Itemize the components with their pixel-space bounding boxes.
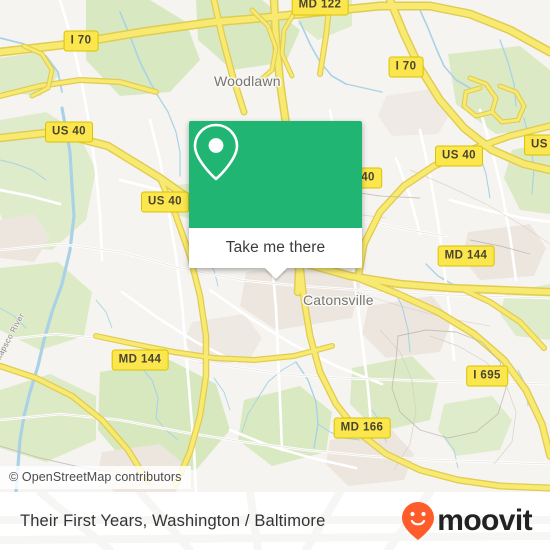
moovit-smiley-pin-icon	[402, 502, 435, 540]
take-me-there-label: Take me there	[225, 239, 326, 256]
location-popup-card[interactable]: Take me there	[189, 121, 362, 279]
highway-shield-i70-east[interactable]: I 70	[388, 56, 424, 78]
highway-shield-us40-mid[interactable]: US 40	[141, 191, 189, 213]
openstreetmap-attribution[interactable]: © OpenStreetMap contributors	[0, 466, 191, 489]
highway-shield-i695[interactable]: I 695	[466, 365, 508, 387]
highway-shield-md144-east[interactable]: MD 144	[437, 245, 495, 267]
highway-shield-md122[interactable]: MD 122	[291, 0, 349, 16]
moovit-wordmark: moovit	[437, 504, 532, 537]
highway-shield-us40-west[interactable]: US 40	[45, 121, 93, 143]
highway-shield-i70-west[interactable]: I 70	[63, 30, 99, 52]
highway-shield-md144-west[interactable]: MD 144	[111, 349, 169, 371]
map-pin-icon	[193, 123, 239, 181]
highway-shield-md166[interactable]: MD 166	[333, 417, 391, 439]
highway-shield-us40-edge[interactable]: US 40	[524, 134, 550, 156]
map-canvas[interactable]: Woodlawn Catonsville Patapsco River I 70…	[0, 0, 550, 492]
moovit-map-screenshot: Woodlawn Catonsville Patapsco River I 70…	[0, 0, 550, 550]
footer-content: Their First Years, Washington / Baltimor…	[0, 492, 550, 550]
popup-header	[189, 121, 362, 228]
popup-action-bar[interactable]: Take me there	[189, 228, 362, 268]
popup-pointer-tail	[264, 268, 287, 279]
highway-shield-us40-east[interactable]: US 40	[435, 145, 483, 167]
footer-bar: Their First Years, Washington / Baltimor…	[0, 492, 550, 550]
location-title: Their First Years, Washington / Baltimor…	[20, 511, 326, 530]
moovit-brand[interactable]: moovit	[401, 501, 533, 541]
